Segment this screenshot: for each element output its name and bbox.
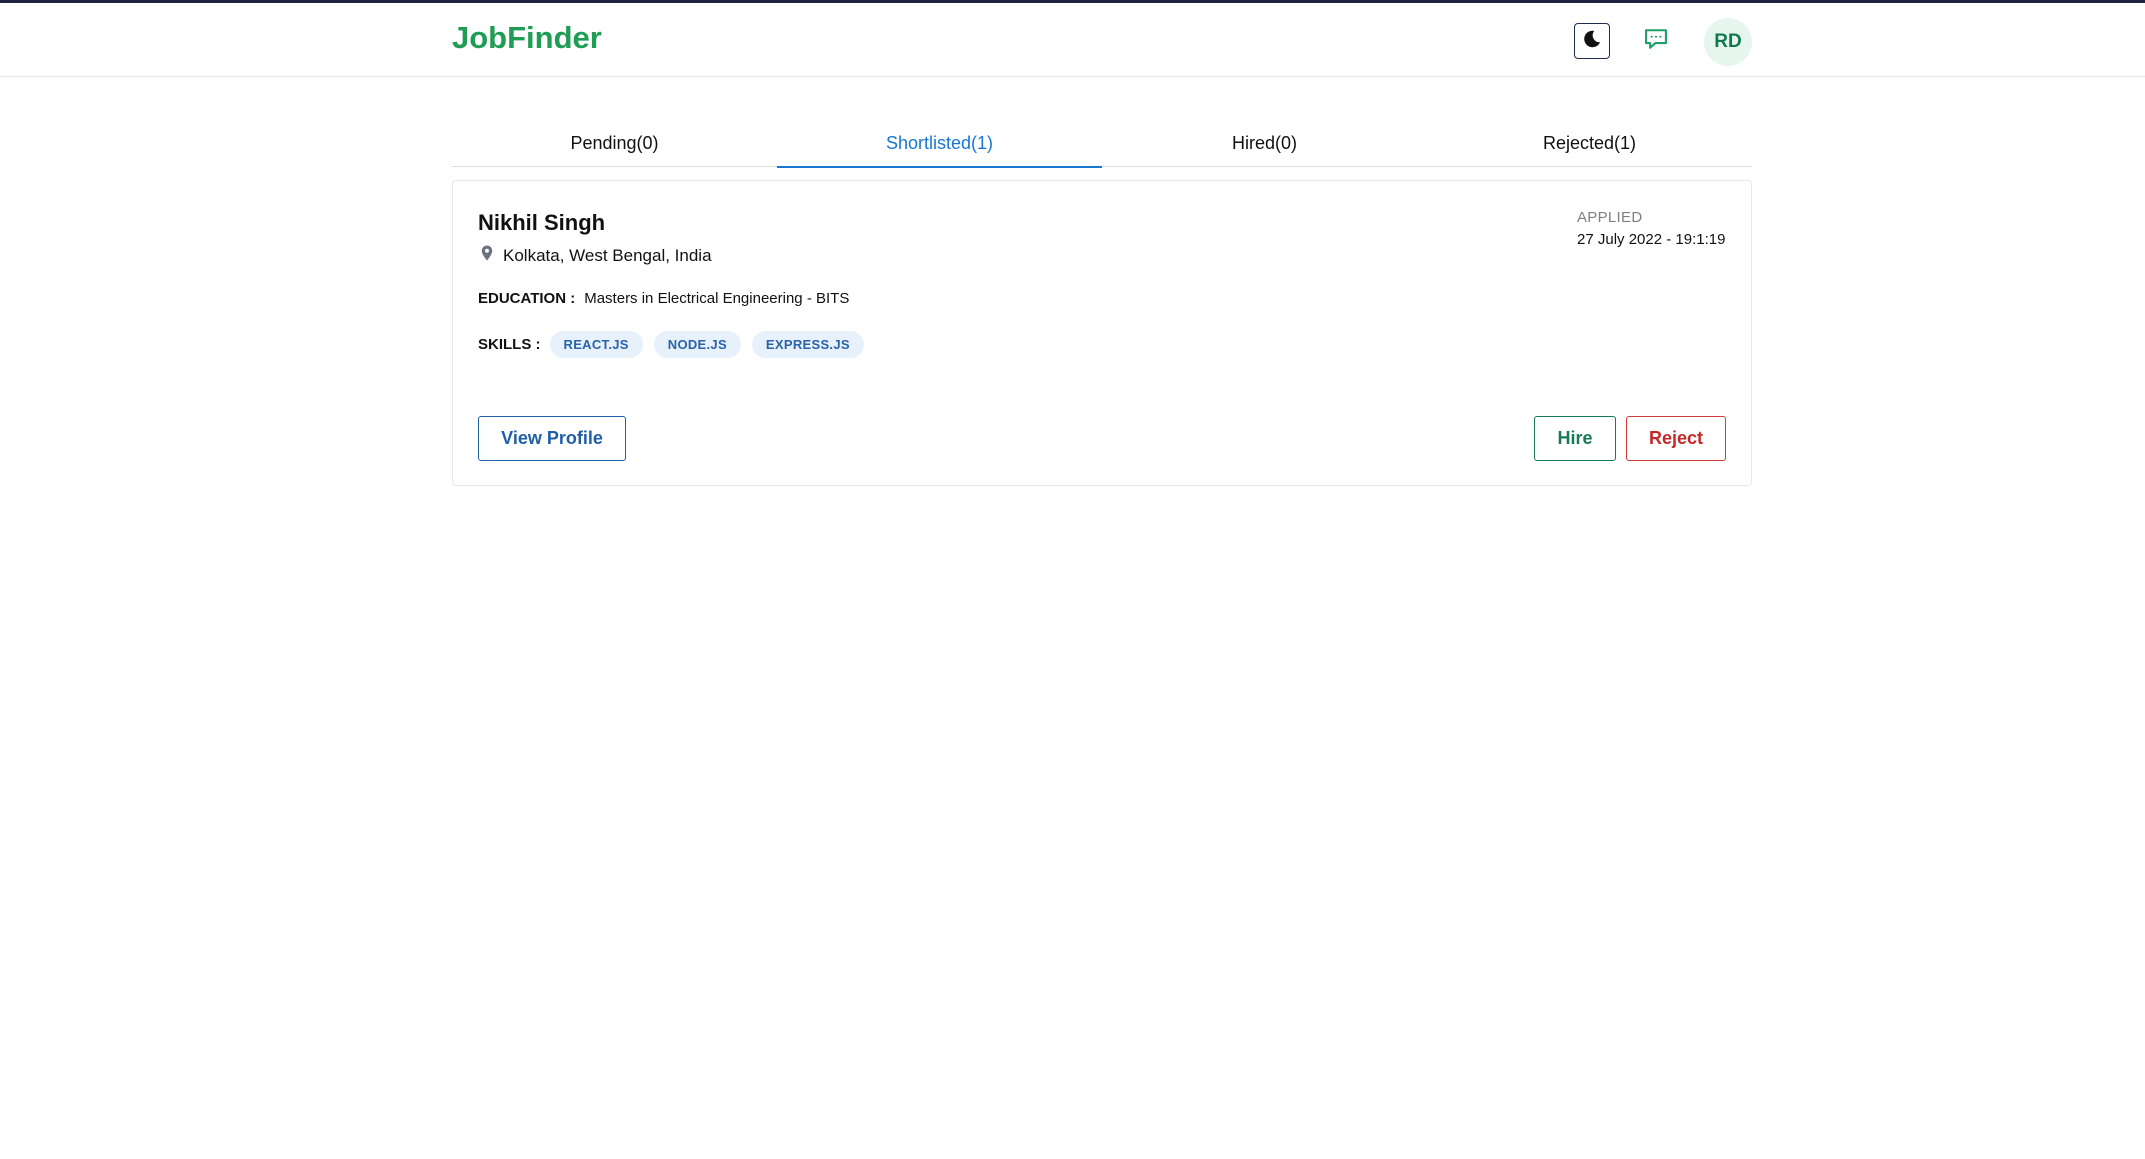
skill-chip: EXPRESS.JS xyxy=(751,331,864,358)
location-text: Kolkata, West Bengal, India xyxy=(503,245,712,265)
hire-button[interactable]: Hire xyxy=(1534,416,1616,461)
skills-label: SKILLS : xyxy=(478,336,541,353)
tab-rejected[interactable]: Rejected(1) xyxy=(1427,120,1752,167)
education-value: Masters in Electrical Engineering - BITS xyxy=(584,290,850,307)
applied-date: 27 July 2022 - 19:1:19 xyxy=(1577,231,1726,248)
education-row: EDUCATION : Masters in Electrical Engine… xyxy=(478,290,849,307)
skill-chip: NODE.JS xyxy=(653,331,741,358)
location-pin-icon xyxy=(478,244,503,267)
candidate-card: Nikhil Singh Kolkata, West Bengal, India… xyxy=(452,180,1752,486)
top-navbar: JobFinder RD xyxy=(0,0,2145,77)
skill-chip: REACT.JS xyxy=(549,331,643,358)
tab-pending[interactable]: Pending(0) xyxy=(452,120,777,167)
applied-label: APPLIED xyxy=(1577,209,1643,226)
application-status-tabs: Pending(0) Shortlisted(1) Hired(0) Rejec… xyxy=(452,120,1752,168)
theme-toggle-button[interactable] xyxy=(1574,23,1610,59)
candidate-name: Nikhil Singh xyxy=(478,210,606,235)
tab-shortlisted[interactable]: Shortlisted(1) xyxy=(777,120,1102,168)
reject-button[interactable]: Reject xyxy=(1626,416,1726,461)
tab-hired[interactable]: Hired(0) xyxy=(1102,120,1427,167)
chat-icon xyxy=(1642,25,1670,58)
brand-logo[interactable]: JobFinder xyxy=(452,20,602,56)
moon-icon xyxy=(1581,28,1603,55)
education-label: EDUCATION : xyxy=(478,290,576,307)
candidate-location: Kolkata, West Bengal, India xyxy=(478,244,712,267)
skills-row: SKILLS : REACT.JS NODE.JS EXPRESS.JS xyxy=(478,331,875,358)
user-avatar[interactable]: RD xyxy=(1704,18,1752,66)
messages-button[interactable] xyxy=(1638,23,1674,59)
view-profile-button[interactable]: View Profile xyxy=(478,416,626,461)
